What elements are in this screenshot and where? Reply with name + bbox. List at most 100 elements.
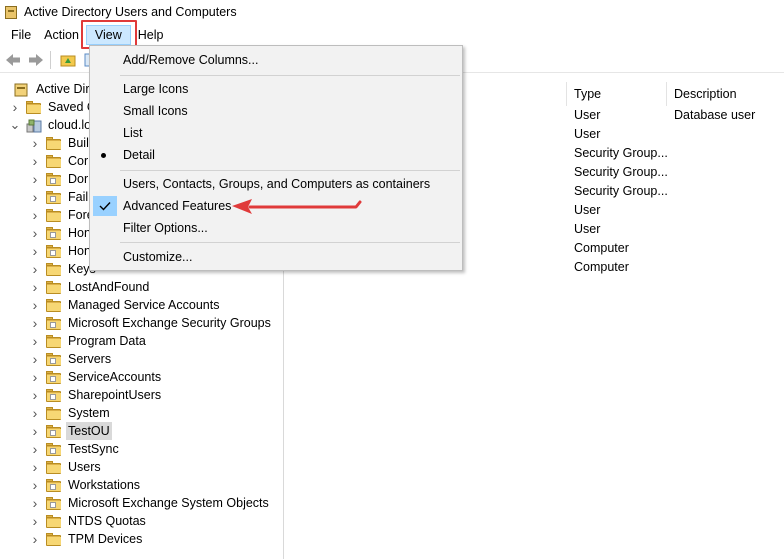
chevron-right-icon[interactable]: ›: [30, 224, 40, 242]
menu-bar: File Action View Help: [0, 24, 784, 46]
forward-icon[interactable]: [26, 51, 46, 69]
organizational-unit-icon: [46, 244, 62, 258]
list-cell-type[interactable]: Security Group...: [574, 144, 668, 163]
chevron-right-icon[interactable]: ›: [30, 494, 40, 512]
tree-item[interactable]: › Microsoft Exchange System Objects: [30, 494, 271, 512]
chevron-right-icon[interactable]: ›: [30, 440, 40, 458]
tree-item-label: System: [68, 406, 110, 420]
tree-item-label: Dor: [68, 172, 89, 186]
chevron-right-icon[interactable]: ›: [30, 152, 40, 170]
list-cell-type[interactable]: Security Group...: [574, 182, 668, 201]
tree-item[interactable]: › Workstations: [30, 476, 142, 494]
back-icon[interactable]: [3, 51, 23, 69]
chevron-right-icon[interactable]: ›: [10, 98, 20, 116]
list-cell-type[interactable]: User: [574, 220, 600, 239]
tree-item-label: LostAndFound: [68, 280, 150, 294]
chevron-right-icon[interactable]: ›: [30, 242, 40, 260]
organizational-unit-icon: [46, 172, 62, 186]
tree-item[interactable]: › Microsoft Exchange Security Groups: [30, 314, 273, 332]
menu-add-remove-columns[interactable]: Add/Remove Columns...: [90, 49, 462, 71]
tree-item[interactable]: › LostAndFound: [30, 278, 151, 296]
menu-file[interactable]: File: [5, 25, 37, 45]
menu-help[interactable]: Help: [131, 25, 171, 45]
tree-item[interactable]: › System: [30, 404, 112, 422]
tree-item[interactable]: › Buil: [30, 134, 91, 152]
chevron-right-icon[interactable]: ›: [30, 134, 40, 152]
menu-small-icons[interactable]: Small Icons: [90, 100, 462, 122]
tree-item[interactable]: › NTDS Quotas: [30, 512, 148, 530]
column-header-description[interactable]: Description: [668, 84, 784, 104]
view-menu-dropdown: Add/Remove Columns... Large Icons Small …: [89, 45, 463, 271]
chevron-right-icon[interactable]: ›: [30, 404, 40, 422]
menu-action[interactable]: Action: [37, 25, 86, 45]
tree-item[interactable]: › Servers: [30, 350, 113, 368]
menu-view[interactable]: View: [85, 25, 131, 45]
menu-list[interactable]: List: [90, 122, 462, 144]
chevron-right-icon[interactable]: ›: [30, 332, 40, 350]
up-folder-icon[interactable]: [58, 51, 78, 69]
folder-icon: [46, 334, 62, 348]
chevron-right-icon[interactable]: ›: [30, 296, 40, 314]
folder-icon: [46, 262, 62, 276]
tree-item[interactable]: › Program Data: [30, 332, 148, 350]
tree-item[interactable]: › Hon: [30, 224, 93, 242]
list-cell-type[interactable]: Computer: [574, 239, 629, 258]
list-cell-type[interactable]: Security Group...: [574, 163, 668, 182]
tree-item[interactable]: ⌄ cloud.lo: [10, 116, 93, 134]
tree-item[interactable]: › Saved Q: [10, 98, 99, 116]
tree-item[interactable]: › Fail: [30, 188, 90, 206]
tree-item[interactable]: › TestOU: [30, 422, 112, 440]
list-cell-type[interactable]: User: [574, 106, 600, 125]
list-cell-type[interactable]: User: [574, 201, 600, 220]
tree-item[interactable]: › ServiceAccounts: [30, 368, 163, 386]
chevron-right-icon[interactable]: ›: [30, 260, 40, 278]
organizational-unit-icon: [46, 370, 62, 384]
menu-detail[interactable]: Detail: [90, 144, 462, 166]
tree-item-label: NTDS Quotas: [68, 514, 146, 528]
tree-item[interactable]: › TestSync: [30, 440, 121, 458]
tree-item[interactable]: › SharepointUsers: [30, 386, 163, 404]
organizational-unit-icon: [46, 424, 62, 438]
organizational-unit-icon: [46, 388, 62, 402]
menu-advanced-features[interactable]: Advanced Features: [90, 195, 462, 217]
toolbar-separator: [50, 50, 51, 69]
menu-filter-options[interactable]: Filter Options...: [90, 217, 462, 239]
chevron-right-icon[interactable]: ›: [30, 458, 40, 476]
list-cell-description[interactable]: Database user: [674, 106, 755, 125]
list-cell-type[interactable]: User: [574, 125, 600, 144]
column-separator[interactable]: [566, 82, 567, 106]
folder-icon: [46, 460, 62, 474]
tree-item[interactable]: › Hon: [30, 242, 93, 260]
chevron-right-icon[interactable]: ›: [30, 350, 40, 368]
menu-containers[interactable]: Users, Contacts, Groups, and Computers a…: [90, 173, 462, 195]
tree-item[interactable]: › Users: [30, 458, 103, 476]
folder-icon: [46, 136, 62, 150]
chevron-right-icon[interactable]: ›: [30, 206, 40, 224]
column-header-type[interactable]: Type: [568, 84, 666, 104]
chevron-right-icon[interactable]: ›: [30, 188, 40, 206]
tree-item[interactable]: › TPM Devices: [30, 530, 144, 548]
chevron-right-icon[interactable]: ›: [30, 476, 40, 494]
chevron-right-icon[interactable]: ›: [30, 422, 40, 440]
chevron-right-icon[interactable]: ›: [30, 278, 40, 296]
tree-item-label: TestOU: [66, 422, 112, 440]
chevron-down-icon[interactable]: ⌄: [10, 116, 21, 134]
tree-item[interactable]: › Dor: [30, 170, 90, 188]
list-cell-type[interactable]: Computer: [574, 258, 629, 277]
menu-large-icons[interactable]: Large Icons: [90, 78, 462, 100]
chevron-right-icon[interactable]: ›: [30, 512, 40, 530]
chevron-right-icon[interactable]: ›: [30, 314, 40, 332]
tree-item[interactable]: › Cor: [30, 152, 90, 170]
window-title: Active Directory Users and Computers: [24, 5, 237, 19]
chevron-right-icon[interactable]: ›: [30, 386, 40, 404]
title-bar: Active Directory Users and Computers: [0, 0, 784, 24]
tree-item[interactable]: › Managed Service Accounts: [30, 296, 221, 314]
chevron-right-icon[interactable]: ›: [30, 530, 40, 548]
tree-item-label: cloud.lo: [48, 118, 92, 132]
chevron-right-icon[interactable]: ›: [30, 170, 40, 188]
tree-item[interactable]: › Keys: [30, 260, 98, 278]
tree-item[interactable]: › Fore: [30, 206, 96, 224]
menu-customize[interactable]: Customize...: [90, 246, 462, 268]
chevron-right-icon[interactable]: ›: [30, 368, 40, 386]
column-separator[interactable]: [666, 82, 667, 106]
